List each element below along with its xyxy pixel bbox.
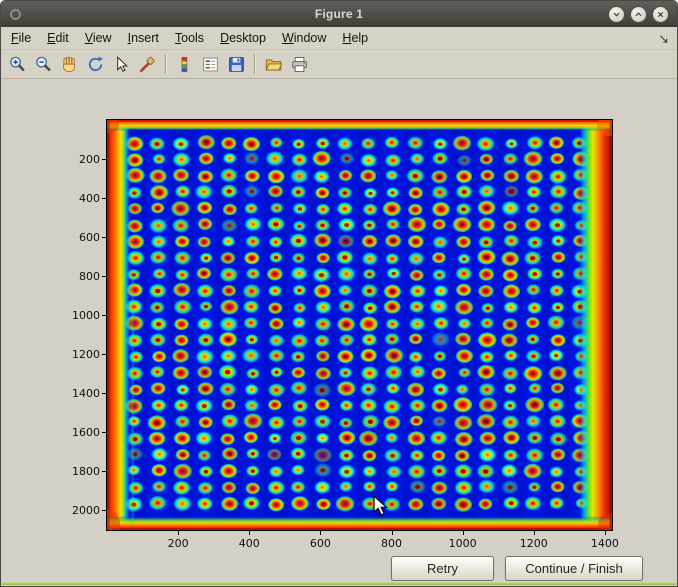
y-tick-label: 1400 [58,387,100,400]
figure-window: Figure 1 FileEditViewInsertToolsDesktopW… [0,0,678,587]
y-tick-label: 200 [58,153,100,166]
zoom-in-icon [8,55,27,74]
y-tick-mark [102,159,106,160]
close-button[interactable] [652,6,669,23]
toolbar-separator [254,54,256,74]
y-tick-mark [102,276,106,277]
insert-colorbar-icon [175,55,194,74]
window-controls [608,6,669,23]
y-tick-mark [102,471,106,472]
save-figure-icon [227,55,246,74]
chevron-down-icon [611,9,622,20]
y-tick-label: 1200 [58,348,100,361]
figure-canvas-area: 200 400 600 800 1000 1200 1400 1600 1800 2000 200 4… [2,81,676,585]
save-figure-button[interactable] [224,52,249,77]
y-tick-mark [102,237,106,238]
continue-finish-button[interactable]: Continue / Finish [505,556,643,581]
y-tick-mark [102,432,106,433]
y-tick-label: 800 [58,270,100,283]
x-tick-mark [320,531,321,535]
x-tick-mark [249,531,250,535]
print-figure-icon [290,55,309,74]
x-tick-label: 200 [156,537,200,550]
window-title: Figure 1 [1,7,677,21]
y-tick-mark [102,393,106,394]
titlebar[interactable]: Figure 1 [1,1,677,27]
y-tick-label: 2000 [58,504,100,517]
data-cursor-icon [112,55,131,74]
x-tick-label: 600 [298,537,342,550]
menu-view[interactable]: View [77,28,120,48]
y-tick-label: 1000 [58,309,100,322]
insert-legend-button[interactable] [198,52,223,77]
menubar: FileEditViewInsertToolsDesktopWindowHelp… [1,27,677,50]
menu-edit[interactable]: Edit [39,28,77,48]
dock-figure-icon[interactable]: ↘ [658,32,669,45]
y-tick-mark [102,198,106,199]
insert-colorbar-button[interactable] [172,52,197,77]
x-tick-mark [534,531,535,535]
microarray-image[interactable] [107,120,612,530]
menu-desktop[interactable]: Desktop [212,28,274,48]
zoom-out-button[interactable] [31,52,56,77]
figure-toolbar [1,50,677,79]
pan-button[interactable] [57,52,82,77]
y-tick-label: 600 [58,231,100,244]
print-figure-button[interactable] [287,52,312,77]
brush-icon [138,55,157,74]
menu-help[interactable]: Help [334,28,376,48]
menu-insert[interactable]: Insert [120,28,167,48]
figure-axes[interactable] [106,119,613,531]
toolbar-separator [165,54,167,74]
x-tick-mark [392,531,393,535]
data-cursor-button[interactable] [109,52,134,77]
menubar-items: FileEditViewInsertToolsDesktopWindowHelp [3,27,376,49]
bottom-edge-strip [2,581,676,585]
y-tick-label: 400 [58,192,100,205]
pan-icon [60,55,79,74]
open-file-button[interactable] [261,52,286,77]
y-tick-mark [102,315,106,316]
brush-button[interactable] [135,52,160,77]
zoom-in-button[interactable] [5,52,30,77]
rotate-3d-button[interactable] [83,52,108,77]
maximize-button[interactable] [630,6,647,23]
close-icon [655,9,666,20]
x-tick-label: 1000 [441,537,485,550]
chevron-up-icon [633,9,644,20]
y-tick-label: 1800 [58,465,100,478]
x-tick-label: 1400 [583,537,627,550]
x-tick-mark [178,531,179,535]
menu-file[interactable]: File [3,28,39,48]
zoom-out-icon [34,55,53,74]
menu-tools[interactable]: Tools [167,28,212,48]
menu-window[interactable]: Window [274,28,334,48]
y-tick-mark [102,510,106,511]
retry-button[interactable]: Retry [391,556,494,581]
shade-button[interactable] [608,6,625,23]
x-tick-label: 800 [370,537,414,550]
x-tick-mark [605,531,606,535]
open-file-icon [264,55,283,74]
x-tick-mark [463,531,464,535]
x-tick-label: 1200 [512,537,556,550]
insert-legend-icon [201,55,220,74]
window-menu-icon[interactable] [10,9,21,20]
y-tick-label: 1600 [58,426,100,439]
rotate-3d-icon [86,55,105,74]
y-tick-mark [102,354,106,355]
x-tick-label: 400 [227,537,271,550]
